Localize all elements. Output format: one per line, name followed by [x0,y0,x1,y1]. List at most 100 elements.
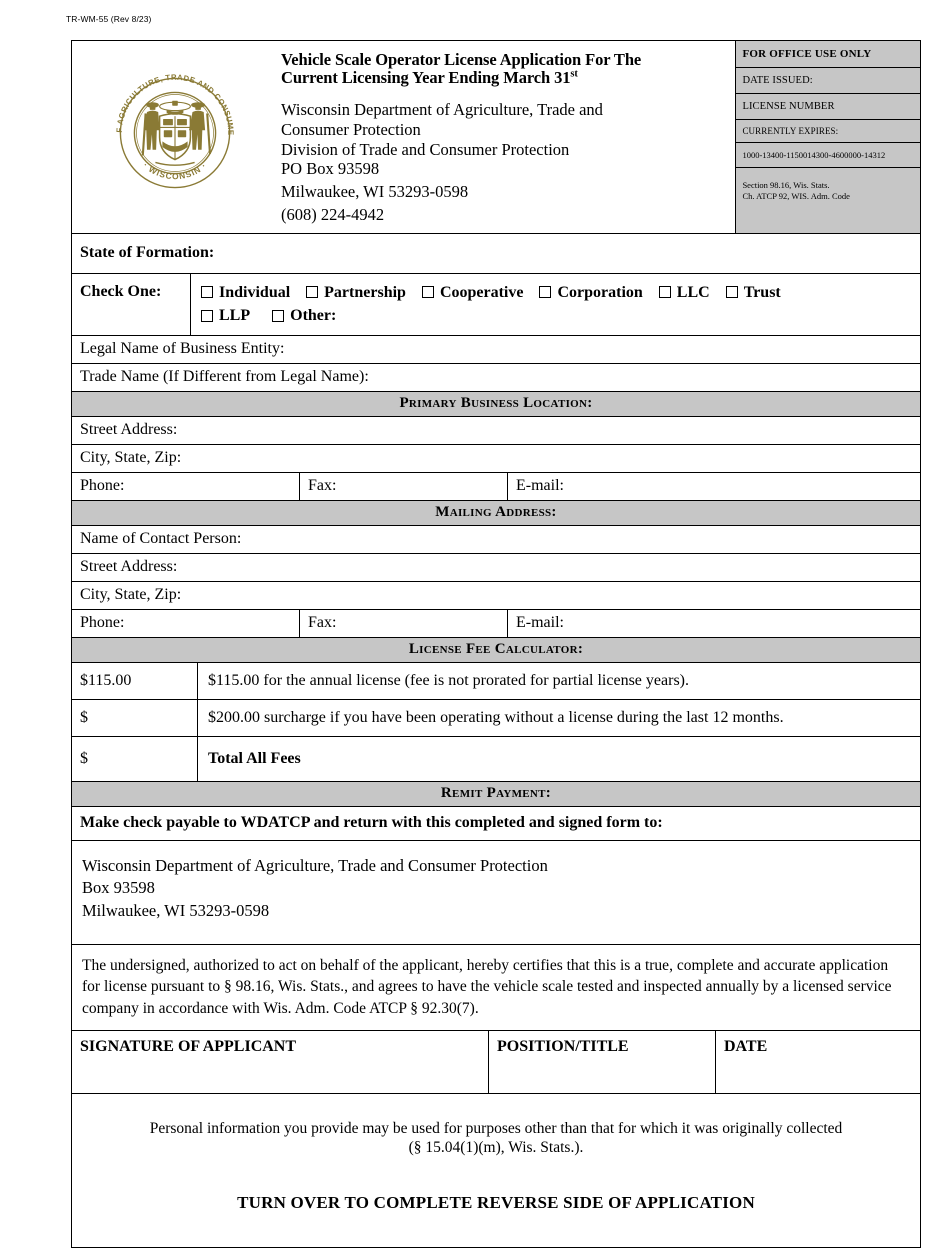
mailing-city-row[interactable]: City, State, Zip: [72,582,920,611]
agency-po-box: PO Box 93598 [281,159,380,179]
date-field[interactable]: DATE [716,1031,920,1093]
remit-instruction-row: Make check payable to WDATCP and return … [72,807,920,842]
checkbox-label-llp: LLP [219,306,251,324]
primary-street-row[interactable]: Street Address: [72,417,920,446]
agency-division: Division of Trade and Consumer Protectio… [281,139,570,159]
office-account-code: 1000-13400-1150014300-4600000-14312 [736,143,920,168]
checkbox-label-other: Other: [290,306,337,324]
checkbox-option-corporation[interactable]: Corporation [539,281,643,304]
fee-amount-annual[interactable]: $115.00 [72,663,198,700]
trade-name-label: Trade Name (If Different from Legal Name… [80,368,369,386]
primary-city-row[interactable]: City, State, Zip: [72,445,920,474]
primary-contact-row: Phone: Fax: E-mail: [72,473,920,502]
statute-citation-line1: Section 98.16, Wis. Stats. [742,180,830,190]
check-one-row: Check One: Individual Partnership Cooper… [72,273,920,337]
fee-amount-surcharge[interactable]: $ [72,700,198,737]
license-fee-calculator-heading: License Fee Calculator: [72,638,920,664]
checkbox-trust-icon[interactable] [725,286,738,299]
checkbox-option-other[interactable]: Other: [272,304,336,327]
form-title-line2: Current Licensing Year Ending March 31 [281,68,571,88]
state-of-formation-row[interactable]: State of Formation: [72,234,920,274]
for-office-use-box: FOR OFFICE USE ONLY DATE ISSUED: LICENSE… [735,41,920,233]
fee-row-annual: $115.00 $115.00 for the annual license (… [72,663,920,701]
entity-type-options-row1: Individual Partnership Cooperative Corpo… [201,281,912,304]
checkbox-corporation-icon[interactable] [539,286,552,299]
check-one-label: Check One: [72,273,191,336]
remit-payment-heading: Remit Payment: [72,782,920,808]
fee-description-surcharge: $200.00 surcharge if you have been opera… [208,709,784,727]
office-license-number-field[interactable]: LICENSE NUMBER [736,94,920,120]
office-currently-expires-field[interactable]: CURRENTLY EXPIRES: [736,120,920,143]
entity-type-options: Individual Partnership Cooperative Corpo… [191,274,920,335]
mailing-contact-info-row: Phone: Fax: E-mail: [72,610,920,639]
checkbox-label-trust: Trust [743,283,781,301]
checkbox-llc-icon[interactable] [658,286,671,299]
checkbox-llp-icon[interactable] [201,309,213,322]
office-use-title: FOR OFFICE USE ONLY [736,41,920,68]
checkbox-option-llc[interactable]: LLC [658,281,710,304]
mailing-contact-row[interactable]: Name of Contact Person: [72,526,920,555]
checkbox-cooperative-icon[interactable] [421,286,434,299]
checkbox-option-trust[interactable]: Trust [725,281,781,304]
primary-phone-field[interactable]: Phone: [72,473,300,501]
certification-row: The undersigned, authorized to act on be… [72,945,920,1032]
remit-address-line1: Wisconsin Department of Agriculture, Tra… [82,856,548,876]
header-left: DEPARTMENT OF AGRICULTURE, TRADE AND CON… [72,41,735,233]
agency-name-line1: Wisconsin Department of Agriculture, Tra… [281,99,603,119]
office-date-issued-field[interactable]: DATE ISSUED: [736,68,920,94]
checkbox-option-cooperative[interactable]: Cooperative [421,281,524,304]
remit-instruction: Make check payable to WDATCP and return … [80,814,663,832]
statute-citation-line2: Ch. ATCP 92, WIS. Adm. Code [742,191,850,202]
mailing-email-field[interactable]: E-mail: [508,610,920,637]
mailing-address-heading: Mailing Address: [72,501,920,527]
checkbox-option-partnership[interactable]: Partnership [306,281,406,304]
legal-name-label: Legal Name of Business Entity: [80,340,285,358]
checkbox-partnership-icon[interactable] [306,286,319,299]
fee-amount-total[interactable]: $ [72,737,198,782]
mailing-phone-field[interactable]: Phone: [72,610,300,638]
remit-address-line3: Milwaukee, WI 53293-0598 [82,900,270,920]
remit-address: Wisconsin Department of Agriculture, Tra… [72,841,556,944]
form-container: DEPARTMENT OF AGRICULTURE, TRADE AND CON… [71,40,921,1248]
mailing-city-label: City, State, Zip: [80,586,182,604]
checkbox-other-icon[interactable] [272,309,285,322]
footer-row: Personal information you provide may be … [72,1094,920,1247]
checkbox-individual-icon[interactable] [201,286,213,299]
checkbox-label-individual: Individual [219,283,291,301]
mailing-street-row[interactable]: Street Address: [72,554,920,583]
primary-email-field[interactable]: E-mail: [508,473,920,500]
form-number: TR-WM-55 (Rev 8/23) [66,14,152,24]
checkbox-label-corporation: Corporation [557,283,643,301]
wisconsin-datcp-seal-icon: DEPARTMENT OF AGRICULTURE, TRADE AND CON… [105,63,234,189]
checkbox-label-cooperative: Cooperative [439,283,524,301]
entity-type-options-row2: LLP Other: [201,304,912,327]
header-text-block: Vehicle Scale Operator License Applicati… [277,41,735,233]
privacy-notice-line2: (§ 15.04(1)(m), Wis. Stats.). [408,1138,584,1156]
form-title: Vehicle Scale Operator License Applicati… [281,50,727,88]
fee-row-surcharge: $ $200.00 surcharge if you have been ope… [72,700,920,738]
checkbox-option-individual[interactable]: Individual [201,281,290,304]
primary-street-label: Street Address: [80,421,178,439]
signature-of-applicant-field[interactable]: SIGNATURE OF APPLICANT [72,1031,489,1094]
svg-text:· WISCONSIN ·: · WISCONSIN · [141,160,208,181]
checkbox-label-partnership: Partnership [324,283,406,301]
fee-description-total: Total All Fees [208,750,301,768]
trade-name-row[interactable]: Trade Name (If Different from Legal Name… [72,364,920,393]
primary-business-location-heading: Primary Business Location: [72,392,920,418]
form-header: DEPARTMENT OF AGRICULTURE, TRADE AND CON… [72,41,920,234]
turn-over-instruction: TURN OVER TO COMPLETE REVERSE SIDE OF AP… [237,1193,755,1213]
checkbox-label-llc: LLC [676,283,710,301]
form-title-superscript: st [570,68,578,80]
agency-seal-cell: DEPARTMENT OF AGRICULTURE, TRADE AND CON… [72,41,277,233]
mailing-street-label: Street Address: [80,558,178,576]
fee-description-annual: $115.00 for the annual license (fee is n… [208,672,689,690]
agency-city-state-zip: Milwaukee, WI 53293-0598 [281,182,469,202]
legal-name-row[interactable]: Legal Name of Business Entity: [72,336,920,365]
position-title-field[interactable]: POSITION/TITLE [489,1031,716,1094]
mailing-fax-field[interactable]: Fax: [300,610,508,638]
checkbox-option-llp[interactable]: LLP [201,304,250,327]
mailing-contact-label: Name of Contact Person: [80,530,242,548]
primary-fax-field[interactable]: Fax: [300,473,508,501]
state-of-formation-label: State of Formation: [80,243,215,261]
privacy-notice-line1: Personal information you provide may be … [149,1120,843,1138]
